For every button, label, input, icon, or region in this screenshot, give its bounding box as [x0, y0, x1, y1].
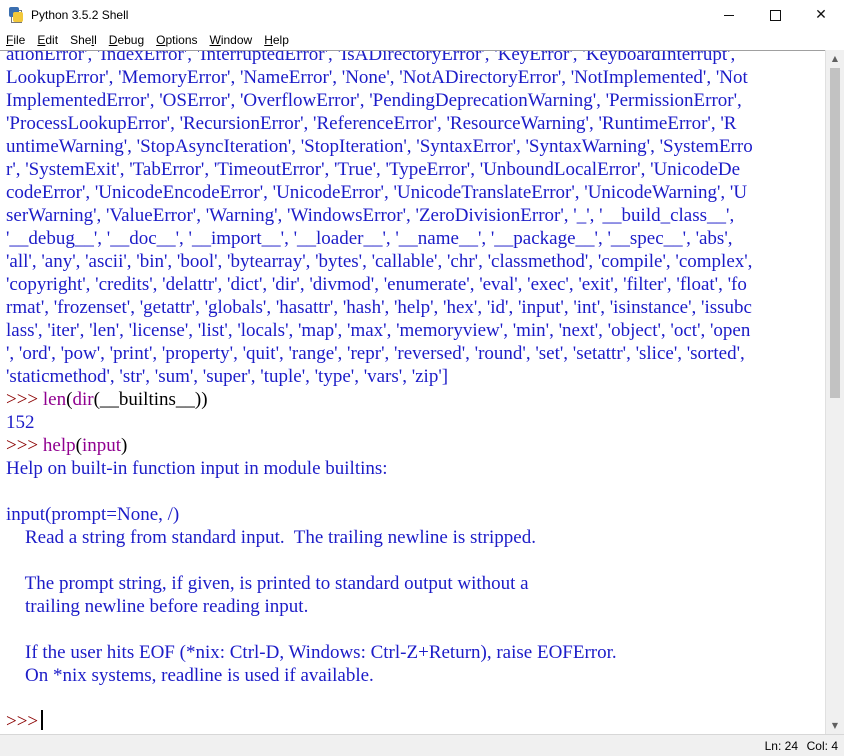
output-line: serWarning', 'ValueError', 'Warning', 'W… — [6, 205, 735, 226]
help-line: Read a string from standard input. The t… — [6, 527, 536, 548]
command-result: 152 — [6, 412, 35, 433]
output-line: codeError', 'UnicodeEncodeError', 'Unico… — [6, 182, 748, 203]
output-line: rmat', 'frozenset', 'getattr', 'globals'… — [6, 297, 752, 318]
minimize-button[interactable] — [706, 0, 752, 30]
menu-edit[interactable]: Edit — [31, 30, 64, 50]
status-bar: Ln: 24 Col: 4 — [0, 734, 844, 756]
help-line: If the user hits EOF (*nix: Ctrl-D, Wind… — [6, 642, 617, 663]
menu-debug[interactable]: Debug — [103, 30, 150, 50]
minimize-icon — [724, 14, 734, 16]
shell-text: ationError', 'IndexError', 'InterruptedE… — [6, 50, 822, 733]
menu-bar: File Edit Shell Debug Options Window Hel… — [0, 30, 844, 50]
python-shell-icon — [8, 7, 24, 23]
menu-options[interactable]: Options — [150, 30, 203, 50]
output-line: LookupError', 'MemoryError', 'NameError'… — [6, 67, 748, 88]
help-line — [6, 687, 822, 710]
command-line: >>> len(dir(__builtins__)) — [6, 389, 208, 410]
output-line: 'staticmethod', 'str', 'sum', 'super', '… — [6, 366, 449, 387]
output-line: '__debug__', '__doc__', '__import__', '_… — [6, 228, 733, 249]
builtin-name: dir — [72, 389, 94, 410]
help-line — [6, 549, 822, 572]
menu-file[interactable]: File — [0, 30, 31, 50]
builtin-name: help — [42, 435, 76, 456]
close-button[interactable]: ✕ — [798, 0, 844, 30]
window-title: Python 3.5.2 Shell — [31, 8, 129, 22]
output-line: untimeWarning', 'StopAsyncIteration', 'S… — [6, 136, 753, 157]
window-controls: ✕ — [706, 0, 844, 30]
input-line[interactable]: >>> — [6, 710, 822, 733]
shell-prompt: >>> — [6, 435, 43, 456]
help-line: input(prompt=None, /) — [6, 504, 180, 525]
cursor-column-indicator: Col: 4 — [806, 739, 838, 753]
help-line: trailing newline before reading input. — [6, 596, 309, 617]
text-cursor — [41, 710, 44, 730]
close-icon: ✕ — [815, 7, 827, 23]
menu-shell[interactable]: Shell — [64, 30, 103, 50]
builtin-name: input — [81, 435, 122, 456]
help-line — [6, 618, 822, 641]
output-line: r', 'SystemExit', 'TabError', 'TimeoutEr… — [6, 159, 741, 180]
menu-window[interactable]: Window — [204, 30, 259, 50]
scrollbar-thumb[interactable] — [830, 68, 840, 398]
scroll-up-icon[interactable]: ▲ — [826, 50, 844, 67]
output-line: 'all', 'any', 'ascii', 'bin', 'bool', 'b… — [6, 251, 753, 272]
shell-prompt: >>> — [6, 711, 39, 732]
scroll-down-icon[interactable]: ▼ — [826, 717, 844, 734]
maximize-icon — [769, 9, 781, 21]
builtin-name: len — [42, 389, 67, 410]
cursor-line-indicator: Ln: 24 — [764, 739, 798, 753]
title-bar: Python 3.5.2 Shell ✕ — [0, 0, 844, 30]
output-line: ImplementedError', 'OSError', 'OverflowE… — [6, 90, 742, 111]
shell-prompt: >>> — [6, 389, 43, 410]
menu-help[interactable]: Help — [258, 30, 295, 50]
output-line: ', 'ord', 'pow', 'print', 'property', 'q… — [6, 343, 745, 364]
output-line: lass', 'iter', 'len', 'license', 'list',… — [6, 320, 751, 341]
output-line: 'ProcessLookupError', 'RecursionError', … — [6, 113, 737, 134]
output-line: 'copyright', 'credits', 'delattr', 'dict… — [6, 274, 747, 295]
vertical-scrollbar[interactable]: ▲ ▼ — [825, 50, 844, 734]
shell-text-area[interactable]: ationError', 'IndexError', 'InterruptedE… — [0, 50, 826, 735]
maximize-button[interactable] — [752, 0, 798, 30]
output-line: ationError', 'IndexError', 'InterruptedE… — [6, 50, 736, 65]
command-line: >>> help(input) — [6, 435, 128, 456]
help-line: On *nix systems, readline is used if ava… — [6, 665, 374, 686]
help-line: Help on built-in function input in modul… — [6, 458, 388, 479]
help-line — [6, 480, 822, 503]
help-line: The prompt string, if given, is printed … — [6, 573, 529, 594]
